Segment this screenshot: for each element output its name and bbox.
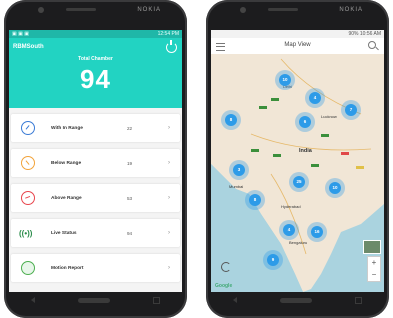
menu-item-label: Below Range xyxy=(51,160,82,166)
map-cluster-marker[interactable]: 6 xyxy=(299,116,311,128)
motion-report-icon xyxy=(21,261,35,275)
menu-item-count: 53 xyxy=(127,195,133,201)
earpiece xyxy=(66,8,96,11)
chevron-right-icon: › xyxy=(168,265,170,271)
phone-top-bezel: NOKIA xyxy=(4,0,187,22)
device-pin[interactable] xyxy=(271,98,279,101)
page-title: Map View xyxy=(284,42,311,48)
back-icon[interactable] xyxy=(232,297,237,303)
menu-item-label: Above Range xyxy=(51,195,82,201)
phone-nav-bar xyxy=(9,292,182,308)
map-cluster-marker[interactable]: 9 xyxy=(267,254,279,266)
device-pin[interactable] xyxy=(251,149,259,152)
status-bar: ▣ ▣ ▣ 12:54 PM xyxy=(9,30,182,38)
chevron-right-icon: › xyxy=(168,195,170,201)
device-pin[interactable] xyxy=(341,152,349,155)
map-screen: 90% 10:56 AM Map View India Lucknow Beng… xyxy=(211,30,384,292)
gauge-icon xyxy=(21,121,35,135)
map-cluster-marker[interactable]: 4 xyxy=(309,92,321,104)
chevron-right-icon: › xyxy=(168,160,170,166)
device-pin[interactable] xyxy=(356,166,364,169)
zoom-control[interactable]: + − xyxy=(367,256,381,282)
menu-item-below-range[interactable]: Below Range 19 › xyxy=(11,149,180,177)
device-pin[interactable] xyxy=(273,154,281,157)
app-screen: ▣ ▣ ▣ 12:54 PM RBMSouth Total Chamber 94… xyxy=(9,30,182,292)
phone-nav-bar xyxy=(211,292,384,308)
map-label-mumbai: Mumbai xyxy=(229,184,244,189)
map-cluster-marker[interactable]: 25 xyxy=(293,176,305,188)
map-cluster-marker[interactable]: 8 xyxy=(249,194,261,206)
menu-item-count: 22 xyxy=(127,125,133,131)
chevron-right-icon: › xyxy=(168,125,170,131)
device-pin[interactable] xyxy=(311,164,319,167)
front-camera xyxy=(38,7,44,13)
chevron-right-icon: › xyxy=(168,230,170,236)
phone-right: NOKIA 90% 10:56 AM Map View India Luckno… xyxy=(206,0,389,318)
phone-top-bezel: NOKIA xyxy=(206,0,389,22)
brand-logo: NOKIA xyxy=(137,7,161,13)
menu-item-count: 19 xyxy=(127,160,133,166)
map-label-india: India xyxy=(299,148,312,154)
map-cluster-marker[interactable]: 4 xyxy=(283,224,295,236)
menu-item-label: Live Status xyxy=(51,230,77,236)
map-label-lucknow: Lucknow xyxy=(321,114,337,119)
menu-item-label: With In Range xyxy=(51,125,83,131)
power-icon[interactable] xyxy=(166,40,177,53)
status-menu: With In Range 22 › Below Range 19 › Abov… xyxy=(11,114,180,289)
total-chamber-label: Total Chamber xyxy=(78,56,113,62)
app-title: RBMSouth xyxy=(13,44,44,50)
menu-item-motion-report[interactable]: Motion Report › xyxy=(11,254,180,282)
map-cluster-marker[interactable]: 3 xyxy=(233,164,245,176)
dashboard-header: ▣ ▣ ▣ 12:54 PM RBMSouth Total Chamber 94 xyxy=(9,30,182,108)
device-pin[interactable] xyxy=(321,134,329,137)
recents-icon[interactable] xyxy=(355,296,363,304)
menu-item-with-in-range[interactable]: With In Range 22 › xyxy=(11,114,180,142)
earpiece xyxy=(268,8,298,11)
status-time: 12:54 PM xyxy=(157,31,179,37)
gauge-low-icon xyxy=(21,156,35,170)
map-cluster-marker[interactable]: 8 xyxy=(225,114,237,126)
menu-item-count: 94 xyxy=(127,230,133,236)
map-cluster-marker[interactable]: 16 xyxy=(311,226,323,238)
brand-logo: NOKIA xyxy=(339,7,363,13)
device-pin[interactable] xyxy=(259,106,267,109)
recenter-icon[interactable] xyxy=(221,262,231,272)
app-bar: Map View xyxy=(211,38,384,55)
menu-item-live-status[interactable]: ((•)) Live Status 94 › xyxy=(11,219,180,247)
menu-item-label: Motion Report xyxy=(51,265,84,271)
total-chamber-value: 94 xyxy=(80,64,111,94)
map-cluster-marker[interactable]: 7 xyxy=(345,104,357,116)
google-logo: Google xyxy=(215,283,233,289)
map-cluster-marker[interactable]: 10 xyxy=(329,182,341,194)
map-cluster-marker[interactable]: 10 xyxy=(279,74,291,86)
menu-item-above-range[interactable]: Above Range 53 › xyxy=(11,184,180,212)
home-button[interactable] xyxy=(77,297,110,303)
india-map[interactable]: India Lucknow Bengaluru Hyderabad Mumbai… xyxy=(211,54,384,292)
live-signal-icon: ((•)) xyxy=(19,228,33,238)
back-icon[interactable] xyxy=(30,297,35,303)
home-button[interactable] xyxy=(279,297,312,303)
search-icon[interactable] xyxy=(368,41,376,49)
gauge-high-icon xyxy=(21,191,35,205)
status-bar: 90% 10:56 AM xyxy=(211,30,384,38)
status-icons: ▣ ▣ ▣ xyxy=(12,31,29,37)
front-camera xyxy=(240,7,246,13)
satellite-toggle[interactable] xyxy=(363,240,381,254)
map-label-hyderabad: Hyderabad xyxy=(281,204,301,209)
recents-icon[interactable] xyxy=(153,296,161,304)
map-label-bengaluru: Bengaluru xyxy=(289,240,308,245)
phone-left: NOKIA ▣ ▣ ▣ 12:54 PM RBMSouth Total Cham… xyxy=(4,0,187,318)
